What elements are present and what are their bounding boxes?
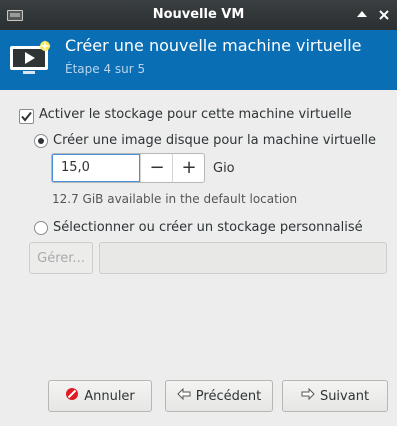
close-icon[interactable] (376, 6, 392, 24)
custom-storage-radio[interactable] (34, 221, 48, 235)
pin-icon[interactable] (354, 6, 370, 24)
arrow-right-icon (301, 387, 315, 404)
back-label: Précédent (195, 388, 262, 404)
increment-button[interactable]: + (172, 154, 205, 182)
window-title: Nouvelle VM (152, 7, 245, 22)
decrement-button[interactable]: − (140, 154, 173, 182)
disk-size-spinbutton: 15,0 − + (51, 153, 205, 183)
wizard-header: Créer une nouvelle machine virtuelle Éta… (0, 30, 397, 90)
manage-button[interactable]: Gérer... (29, 242, 93, 274)
back-button[interactable]: Précédent (165, 380, 273, 412)
disk-size-unit: Gio (213, 161, 235, 176)
cancel-label: Annuler (84, 388, 135, 404)
disk-size-value: 15,0 (61, 160, 90, 175)
wizard-content: Activer le stockage pour cette machine v… (0, 90, 397, 426)
window-titlebar: Nouvelle VM (0, 0, 397, 30)
create-disk-label: Créer une image disque pour la machine v… (53, 133, 376, 148)
wizard-title: Créer une nouvelle machine virtuelle (65, 36, 362, 55)
virtual-machine-icon (9, 40, 52, 76)
arrow-left-icon (177, 387, 191, 404)
storage-path-input[interactable] (99, 242, 387, 274)
cancel-icon (65, 387, 79, 405)
wizard-step: Étape 4 sur 5 (65, 62, 146, 76)
enable-storage-checkbox[interactable] (19, 109, 34, 124)
cancel-button[interactable]: Annuler (48, 380, 152, 412)
create-disk-radio[interactable] (34, 134, 48, 148)
available-space-text: 12.7 GiB available in the default locati… (52, 192, 298, 206)
custom-storage-label: Sélectionner ou créer un stockage person… (53, 220, 363, 235)
manage-button-label: Gérer... (37, 250, 85, 266)
next-label: Suivant (319, 388, 370, 404)
enable-storage-label: Activer le stockage pour cette machine v… (39, 107, 352, 122)
next-button[interactable]: Suivant (282, 380, 388, 412)
